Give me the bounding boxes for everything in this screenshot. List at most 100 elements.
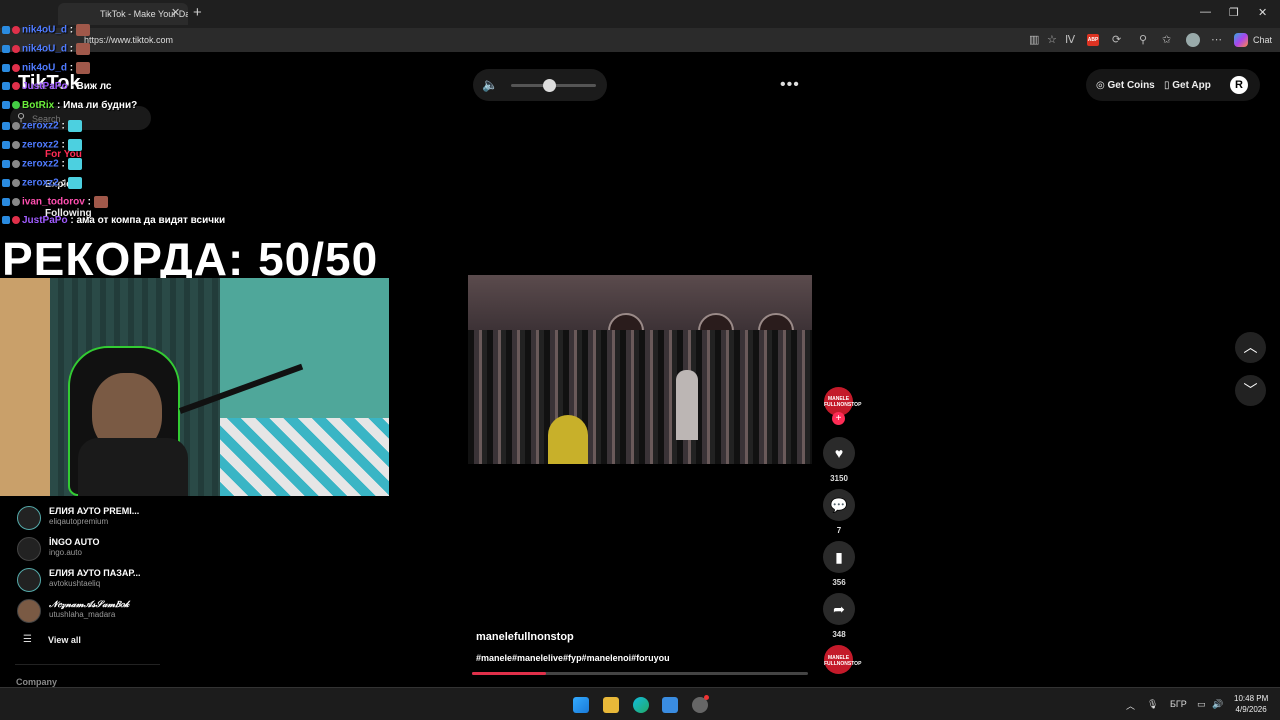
speaker-icon[interactable]: 🔈 xyxy=(482,77,498,93)
new-tab-icon[interactable]: + xyxy=(193,4,202,21)
favorites-icon[interactable]: ✩ xyxy=(1162,33,1171,46)
restore-icon[interactable]: ❐ xyxy=(1229,6,1239,19)
edge-icon[interactable] xyxy=(633,697,649,713)
favorite-star-icon[interactable]: ☆ xyxy=(1047,33,1057,46)
language-indicator[interactable]: БГР xyxy=(1170,699,1187,709)
display-icon[interactable]: ▭ xyxy=(1197,699,1206,710)
store-icon[interactable] xyxy=(662,697,678,713)
avatar xyxy=(17,537,41,561)
chevron-up-icon: ︿ xyxy=(1243,339,1258,355)
get-app-button[interactable]: ▯ Get App xyxy=(1164,80,1211,91)
chat-message: JustPaPo : ама от компа да видят всички xyxy=(2,215,225,231)
video-progress-bar[interactable] xyxy=(472,672,808,675)
address-bar: https://www.tiktok.com ▥ ☆ Ⅳ ABP ⟳ ⚲ ✩ ⋯… xyxy=(0,28,1280,52)
emote-icon xyxy=(93,196,108,208)
extension-icon[interactable]: ⟳ xyxy=(1112,33,1121,46)
video-author[interactable]: manelefullnonstop xyxy=(476,631,574,643)
following-account[interactable]: ЕЛИЯ АУТО PREMI... eliqautopremium xyxy=(17,506,167,534)
emote-icon xyxy=(67,158,82,170)
video-player[interactable] xyxy=(468,275,812,464)
url-field[interactable]: https://www.tiktok.com xyxy=(84,35,173,45)
badge-icon xyxy=(12,198,20,206)
more-options-icon[interactable]: ••• xyxy=(780,76,800,94)
bookmark-icon: ▮ xyxy=(835,549,843,565)
account-name: İNGO AUTO xyxy=(49,537,100,547)
following-account[interactable]: 𝒩𝑒𝓏𝓃𝒶𝓂𝒜𝓈𝒮𝒶𝓂𝐵𝑜𝓀 utushlaha_madara xyxy=(17,599,167,627)
emote-icon xyxy=(75,62,90,74)
follow-plus-icon[interactable]: + xyxy=(832,412,845,425)
badge-icon xyxy=(2,45,10,53)
badge-icon xyxy=(2,160,10,168)
save-count: 356 xyxy=(832,578,846,587)
badge-icon xyxy=(2,26,10,34)
heart-icon: ♥ xyxy=(834,445,844,461)
account-logo-icon[interactable]: R xyxy=(1230,76,1248,94)
profile-avatar[interactable] xyxy=(1186,33,1200,47)
comment-button[interactable]: 💬 xyxy=(823,489,855,521)
more-menu-icon[interactable]: ⋯ xyxy=(1211,33,1222,46)
comment-count: 7 xyxy=(836,526,842,535)
like-button[interactable]: ♥ xyxy=(823,437,855,469)
start-icon[interactable] xyxy=(573,697,589,713)
badge-icon xyxy=(12,216,20,225)
file-explorer-icon[interactable] xyxy=(603,697,619,713)
copilot-chat-button[interactable]: Chat xyxy=(1253,35,1272,45)
webcam-bed xyxy=(220,418,389,496)
share-button[interactable]: ➦ xyxy=(823,593,855,625)
split-screen-icon[interactable]: ▥ xyxy=(1029,33,1039,46)
dancer-yellow xyxy=(548,415,588,464)
badge-icon xyxy=(2,82,10,91)
clock-date: 4/9/2026 xyxy=(1235,705,1267,714)
next-video-button[interactable]: ﹀ xyxy=(1235,375,1266,406)
avatar xyxy=(17,506,41,530)
chat-message: zeroxz2 : xyxy=(2,177,82,193)
close-window-icon[interactable]: ✕ xyxy=(1258,6,1267,19)
volume-tray-icon[interactable]: 🔊 xyxy=(1212,699,1223,710)
video-hashtags[interactable]: #manele#manelelive#fyp#manelenoi#foruyou xyxy=(476,653,670,663)
chat-username: nik4oU_d xyxy=(22,43,68,55)
get-coins-label: Get Coins xyxy=(1107,80,1155,91)
following-account[interactable]: İNGO AUTO ingo.auto xyxy=(17,537,167,565)
like-count: 3150 xyxy=(830,474,848,483)
streamer-body xyxy=(78,438,188,496)
view-all-link[interactable]: View all xyxy=(48,635,81,645)
webcam-door xyxy=(0,278,50,496)
tray-chevron-icon[interactable]: ︿ xyxy=(1126,699,1135,712)
chat-username: zeroxz2 xyxy=(22,158,59,170)
chat-text: Има ли будни? xyxy=(63,100,138,111)
save-button[interactable]: ▮ xyxy=(823,541,855,573)
following-account[interactable]: ЕЛИЯ АУТО ПАЗАР... avtokushtaeliq xyxy=(17,568,167,596)
reader-icon[interactable]: Ⅳ xyxy=(1065,33,1075,46)
chat-separator: : xyxy=(58,139,68,151)
chat-message: nik4oU_d : xyxy=(2,24,90,40)
badge-icon xyxy=(12,122,20,130)
browser-tab-bar: TikTok - Make Your Day ✕ + — ❐ ✕ xyxy=(0,0,1280,28)
chat-separator: : xyxy=(58,120,68,132)
mic-icon[interactable]: 🎙 xyxy=(1147,699,1158,710)
chat-separator: : xyxy=(58,158,68,170)
tab-close-icon[interactable]: ✕ xyxy=(171,6,180,19)
extensions-puzzle-icon[interactable]: ⚲ xyxy=(1139,33,1147,46)
company-link[interactable]: Company xyxy=(16,677,57,687)
notification-dot xyxy=(704,695,709,700)
video-progress-fill xyxy=(472,672,546,675)
chat-message: nik4oU_d : xyxy=(2,43,90,59)
copilot-icon[interactable] xyxy=(1234,33,1248,47)
music-disc[interactable]: MANELE FULLNONSTOP xyxy=(824,645,861,674)
get-coins-button[interactable]: ◎ Get Coins xyxy=(1096,80,1155,91)
chat-separator: : xyxy=(84,196,94,208)
chevron-down-icon: ﹀ xyxy=(1243,382,1258,398)
chat-username: BotRix xyxy=(22,100,55,111)
chat-message: BotRix : Има ли будни? xyxy=(2,100,137,116)
list-icon: ☰ xyxy=(23,634,32,645)
account-name: ЕЛИЯ АУТО PREMI... xyxy=(49,506,140,516)
minimize-icon[interactable]: — xyxy=(1200,6,1211,18)
system-clock[interactable]: 10:48 PM 4/9/2026 xyxy=(1234,693,1268,715)
adblock-icon[interactable]: ABP xyxy=(1087,34,1099,46)
chat-username: zeroxz2 xyxy=(22,177,59,189)
badge-icon xyxy=(2,64,10,72)
chat-message: zeroxz2 : xyxy=(2,120,82,136)
browser-tab[interactable]: TikTok - Make Your Day xyxy=(58,3,188,25)
badge-icon xyxy=(12,45,20,53)
previous-video-button[interactable]: ︿ xyxy=(1235,332,1266,363)
